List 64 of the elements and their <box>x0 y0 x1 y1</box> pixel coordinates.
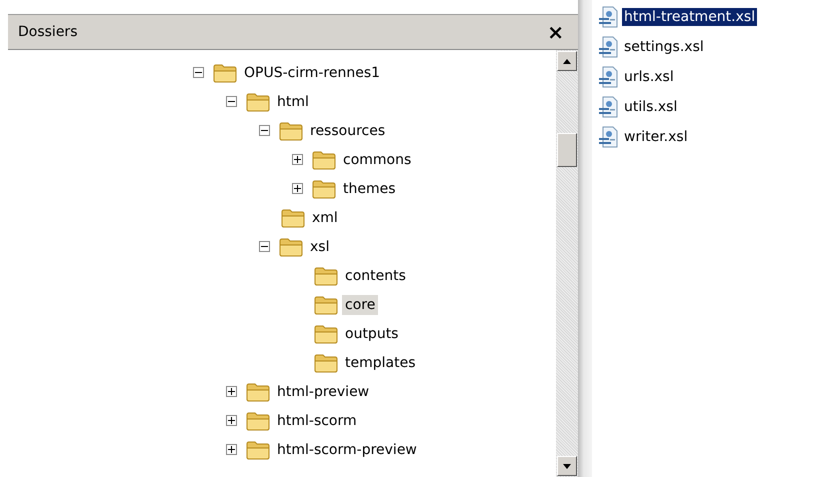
stylesheet-file-icon <box>598 126 620 148</box>
up-arrow-icon <box>563 58 571 64</box>
file-name[interactable]: utils.xsl <box>622 98 680 116</box>
scroll-down-button[interactable] <box>557 456 577 476</box>
folder-label[interactable]: core <box>342 294 378 314</box>
folder-icon <box>246 410 270 430</box>
folder-icon <box>246 440 270 460</box>
collapse-toggle[interactable] <box>193 67 204 78</box>
scroll-up-button[interactable] <box>557 51 577 71</box>
folder-icon <box>279 120 303 140</box>
plus-icon <box>228 446 235 453</box>
collapse-toggle[interactable] <box>259 125 270 136</box>
panel-title: Dossiers <box>18 24 78 40</box>
expand-toggle[interactable] <box>292 154 303 165</box>
plus-icon <box>294 185 301 192</box>
folder-label[interactable]: contents <box>342 266 409 286</box>
stylesheet-file-icon <box>598 66 620 88</box>
plus-icon <box>228 417 235 424</box>
folder-label[interactable]: xsl <box>307 236 332 256</box>
scrollbar[interactable] <box>556 50 578 477</box>
minus-icon <box>261 243 268 250</box>
folder-icon <box>314 266 338 286</box>
folder-label[interactable]: templates <box>342 352 418 372</box>
folder-icon <box>314 324 338 344</box>
collapse-toggle[interactable] <box>259 241 270 252</box>
folder-label[interactable]: outputs <box>342 324 402 344</box>
expand-toggle[interactable] <box>292 183 303 194</box>
file-name[interactable]: writer.xsl <box>622 128 690 146</box>
minus-icon <box>228 98 235 105</box>
folder-label[interactable]: commons <box>340 150 414 170</box>
plus-icon <box>294 156 301 163</box>
plus-icon <box>228 388 235 395</box>
down-arrow-icon <box>563 464 571 468</box>
folder-icon <box>246 382 270 402</box>
folder-label[interactable]: ressources <box>307 120 388 140</box>
stylesheet-file-icon <box>598 96 620 118</box>
expand-toggle[interactable] <box>226 415 237 426</box>
file-name[interactable]: settings.xsl <box>622 38 706 56</box>
minus-icon <box>261 127 268 134</box>
folder-icon <box>281 208 305 228</box>
folder-label[interactable]: html-preview <box>274 382 372 402</box>
folder-label[interactable]: OPUS-cirm-rennes1 <box>241 62 384 82</box>
expand-toggle[interactable] <box>226 386 237 397</box>
folder-icon <box>312 150 336 170</box>
scroll-thumb[interactable] <box>557 133 577 167</box>
file-name[interactable]: urls.xsl <box>622 68 676 86</box>
stylesheet-file-icon <box>598 6 620 28</box>
folder-icon <box>279 236 303 256</box>
folder-label[interactable]: html-scorm <box>274 410 360 430</box>
folder-icon <box>314 294 338 314</box>
expand-toggle[interactable] <box>226 444 237 455</box>
folder-icon <box>312 178 336 198</box>
minus-icon <box>195 69 202 76</box>
folder-label[interactable]: xml <box>309 208 341 228</box>
close-button[interactable]: × <box>543 22 568 42</box>
folder-label[interactable]: html-scorm-preview <box>274 440 420 460</box>
folder-icon <box>314 352 338 372</box>
collapse-toggle[interactable] <box>226 96 237 107</box>
folder-label[interactable]: themes <box>340 178 399 198</box>
folder-icon <box>246 92 270 112</box>
file-name[interactable]: html-treatment.xsl <box>622 8 758 26</box>
folder-icon <box>213 62 237 82</box>
folder-label[interactable]: html <box>274 92 312 112</box>
stylesheet-file-icon <box>598 36 620 58</box>
